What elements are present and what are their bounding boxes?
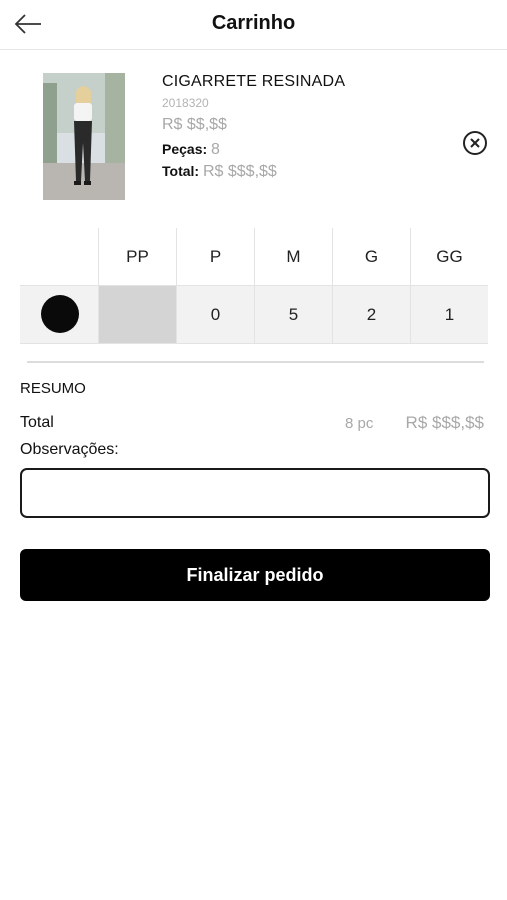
- color-swatch[interactable]: [41, 295, 79, 333]
- remove-item-button[interactable]: [462, 130, 488, 156]
- qty-cell-p[interactable]: 0: [176, 285, 254, 344]
- cart-item: CIGARRETE RESINADA 2018320 R$ $$,$$ Peça…: [0, 60, 507, 210]
- size-header-pp: PP: [98, 228, 176, 285]
- total-row: Total: R$ $$$,$$: [162, 163, 277, 181]
- size-quantity-grid: PP P M G GG 0 5 2 1: [20, 228, 488, 344]
- summary-title: RESUMO: [20, 380, 86, 397]
- total-value: R$ $$$,$$: [202, 163, 277, 180]
- observations-label: Observações:: [20, 441, 119, 458]
- size-header-g: G: [332, 228, 410, 285]
- product-photo-icon: [43, 73, 125, 200]
- product-name: CIGARRETE RESINADA: [162, 73, 346, 90]
- product-sku: 2018320: [162, 96, 209, 110]
- qty-cell-m[interactable]: 5: [254, 285, 332, 344]
- finalize-order-button[interactable]: Finalizar pedido: [20, 549, 490, 601]
- qty-cell-pp: [98, 285, 176, 344]
- page-title: Carrinho: [211, 12, 296, 34]
- pieces-row: Peças: 8: [162, 141, 220, 159]
- close-circle-icon: [463, 131, 487, 155]
- product-image[interactable]: [43, 73, 125, 200]
- size-header-p: P: [176, 228, 254, 285]
- observations-input[interactable]: [20, 468, 490, 518]
- total-label: Total:: [162, 163, 200, 179]
- pieces-value: 8: [211, 141, 220, 158]
- app-header: Carrinho: [0, 0, 507, 50]
- qty-cell-gg[interactable]: 1: [410, 285, 488, 344]
- qty-cell-g[interactable]: 2: [332, 285, 410, 344]
- summary-total-qty: 8 pc: [345, 415, 374, 432]
- size-header-gg: GG: [410, 228, 488, 285]
- product-price: R$ $$,$$: [162, 116, 227, 133]
- pieces-label: Peças:: [162, 141, 208, 157]
- summary-total-label: Total: [20, 414, 54, 431]
- size-header-m: M: [254, 228, 332, 285]
- section-divider: [27, 361, 484, 363]
- summary-total-value: R$ $$$,$$: [405, 413, 484, 432]
